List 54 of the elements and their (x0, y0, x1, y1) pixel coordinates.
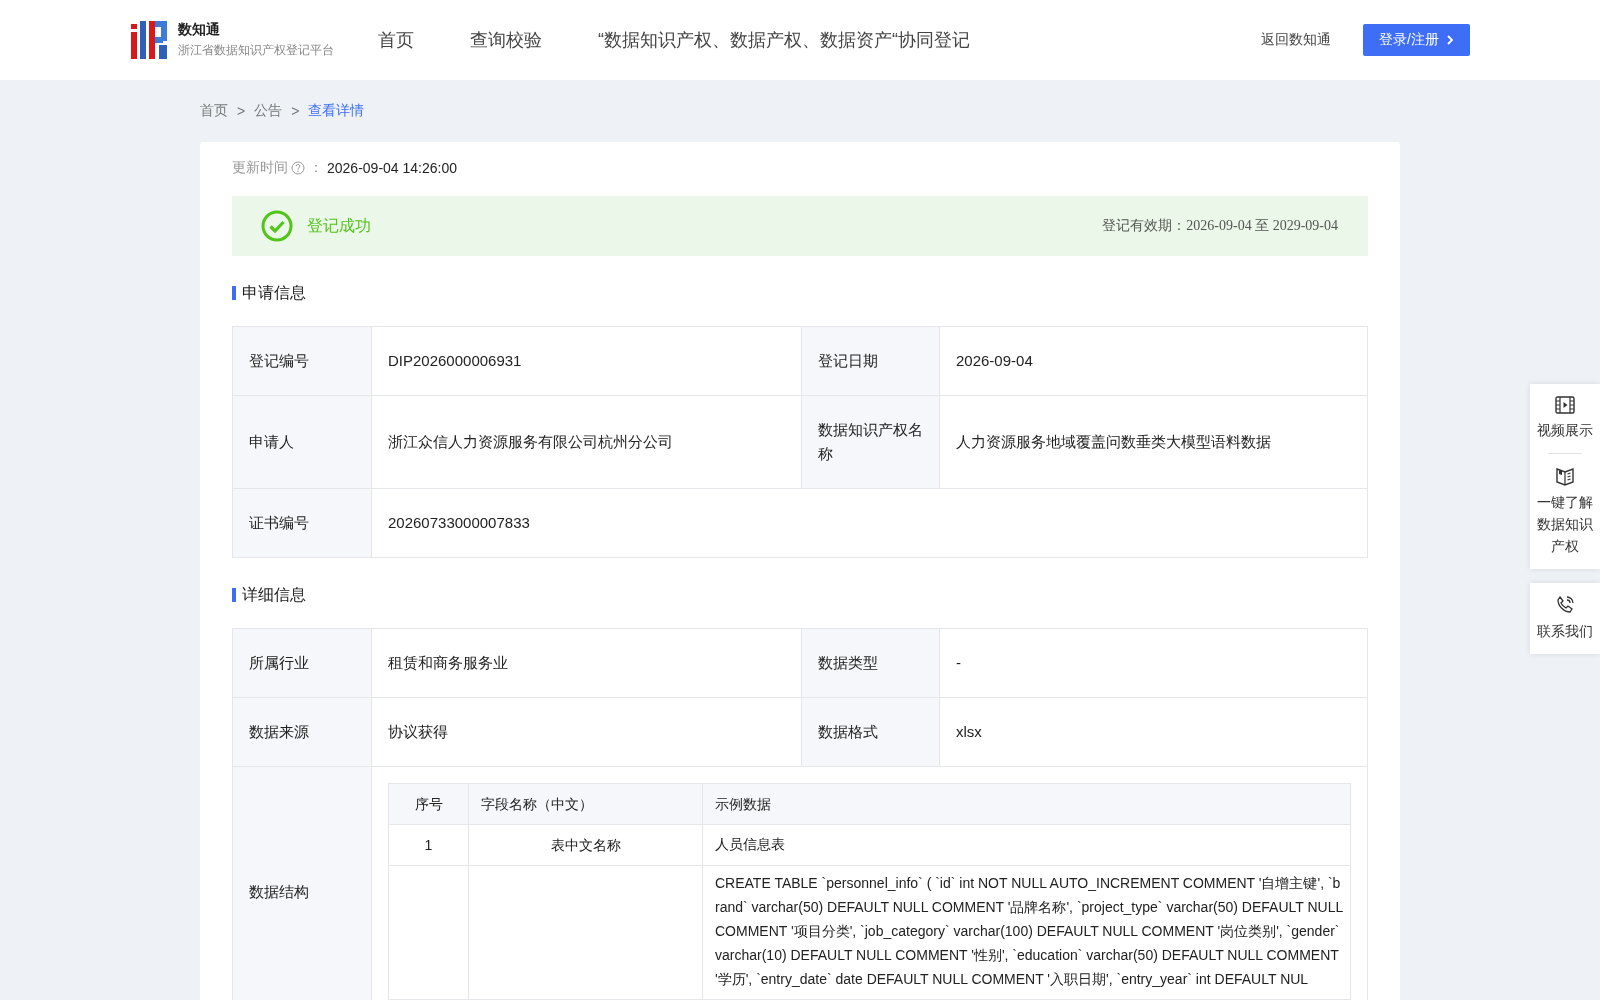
side-link[interactable]: 联系我们 (1537, 620, 1593, 642)
field-label: 数据格式 (801, 697, 940, 767)
update-label: 更新时间 (232, 159, 288, 177)
breadcrumb-separator: > (237, 103, 246, 119)
logo-subtitle: 浙江省数据知识产权登记平台 (178, 42, 334, 59)
side-link[interactable]: 视频展示 (1537, 419, 1593, 441)
logo-title: 数知通 (178, 21, 221, 39)
nav-link[interactable]: “数据知识产权、数据产权、数据资产“协同登记 (598, 28, 970, 52)
field-label: 数据来源 (232, 697, 372, 767)
field-label: 所属行业 (232, 628, 372, 698)
field-value: xlsx (939, 697, 1368, 767)
breadcrumb-separator: > (291, 103, 300, 119)
back-link[interactable]: 返回数知通 (1261, 31, 1332, 49)
field-label: 数据知识产权名称 (801, 395, 940, 489)
chevron-icon (1446, 34, 1454, 46)
breadcrumb-link[interactable]: 公告 (254, 102, 283, 120)
field-value: 2026-09-04 (939, 326, 1368, 396)
table-cell: 人员信息表 (702, 824, 1351, 866)
field-value: DIP2026000006931 (371, 326, 802, 396)
field-value: 人力资源服务地域覆盖问数垂类大模型语料数据 (939, 395, 1368, 489)
side-link[interactable]: 一键了解数据知识产权 (1537, 491, 1593, 557)
login-button[interactable]: 登录/注册 (1363, 24, 1470, 56)
update-time: 2026-09-04 14:26:00 (327, 160, 457, 176)
nav-link[interactable]: 查询校验 (470, 28, 542, 52)
section-title: 申请信息 (232, 286, 1368, 300)
status-text: 登记成功 (307, 215, 372, 236)
film-icon[interactable] (1555, 396, 1575, 414)
book-icon[interactable] (1555, 466, 1575, 486)
field-label: 数据结构 (232, 766, 372, 1000)
field-label: 登记日期 (801, 326, 940, 396)
section-title: 详细信息 (232, 588, 1368, 602)
table-cell: 表中文名称 (468, 824, 703, 866)
field-value: - (939, 628, 1368, 698)
field-label: 证书编号 (232, 488, 372, 558)
validity-text: 登记有效期：2026-09-04 至 2029-09-04 (1102, 217, 1338, 235)
nav-link[interactable]: 首页 (378, 28, 414, 52)
field-value: 20260733000007833 (371, 488, 1368, 558)
breadcrumb-link[interactable]: 查看详情 (308, 102, 365, 120)
column-header: 字段名称（中文） (468, 783, 703, 825)
field-value: 协议获得 (371, 697, 802, 767)
field-label: 申请人 (232, 395, 372, 489)
table-cell: CREATE TABLE `personnel_info` ( `id` int NOT NULL AUTO_INCREMENT COMMENT '自增主键', `brand` varchar(50) DEFAULT NULL COMMENT '品牌名称', `project_type` varchar(50) DEFAULT NULL COMMENT '项目分类', `job_category` varchar(100) DEFAULT NULL COMMENT '岗位类别', `gender` varchar(10) DEFAULT NULL COMMENT '性别', `education` varchar(50) DEFAULT NULL COMMENT '学历', `entry_date` date DEFAULT NULL COMMENT '入职日期', `entry_year` int DEFAULT NUL (702, 865, 1351, 1000)
column-header: 序号 (388, 783, 469, 825)
field-value: 浙江众信人力资源服务有限公司杭州分公司 (371, 395, 802, 489)
update-separator: ： (309, 159, 323, 177)
field-value: 租赁和商务服务业 (371, 628, 802, 698)
check-circle-icon (261, 210, 293, 242)
breadcrumb-link[interactable]: 首页 (200, 102, 228, 120)
logo-icon (131, 21, 167, 59)
field-label: 数据类型 (801, 628, 940, 698)
phone-icon[interactable] (1555, 595, 1575, 615)
table-cell: 1 (388, 824, 469, 866)
field-label: 登记编号 (232, 326, 372, 396)
column-header: 示例数据 (702, 783, 1351, 825)
